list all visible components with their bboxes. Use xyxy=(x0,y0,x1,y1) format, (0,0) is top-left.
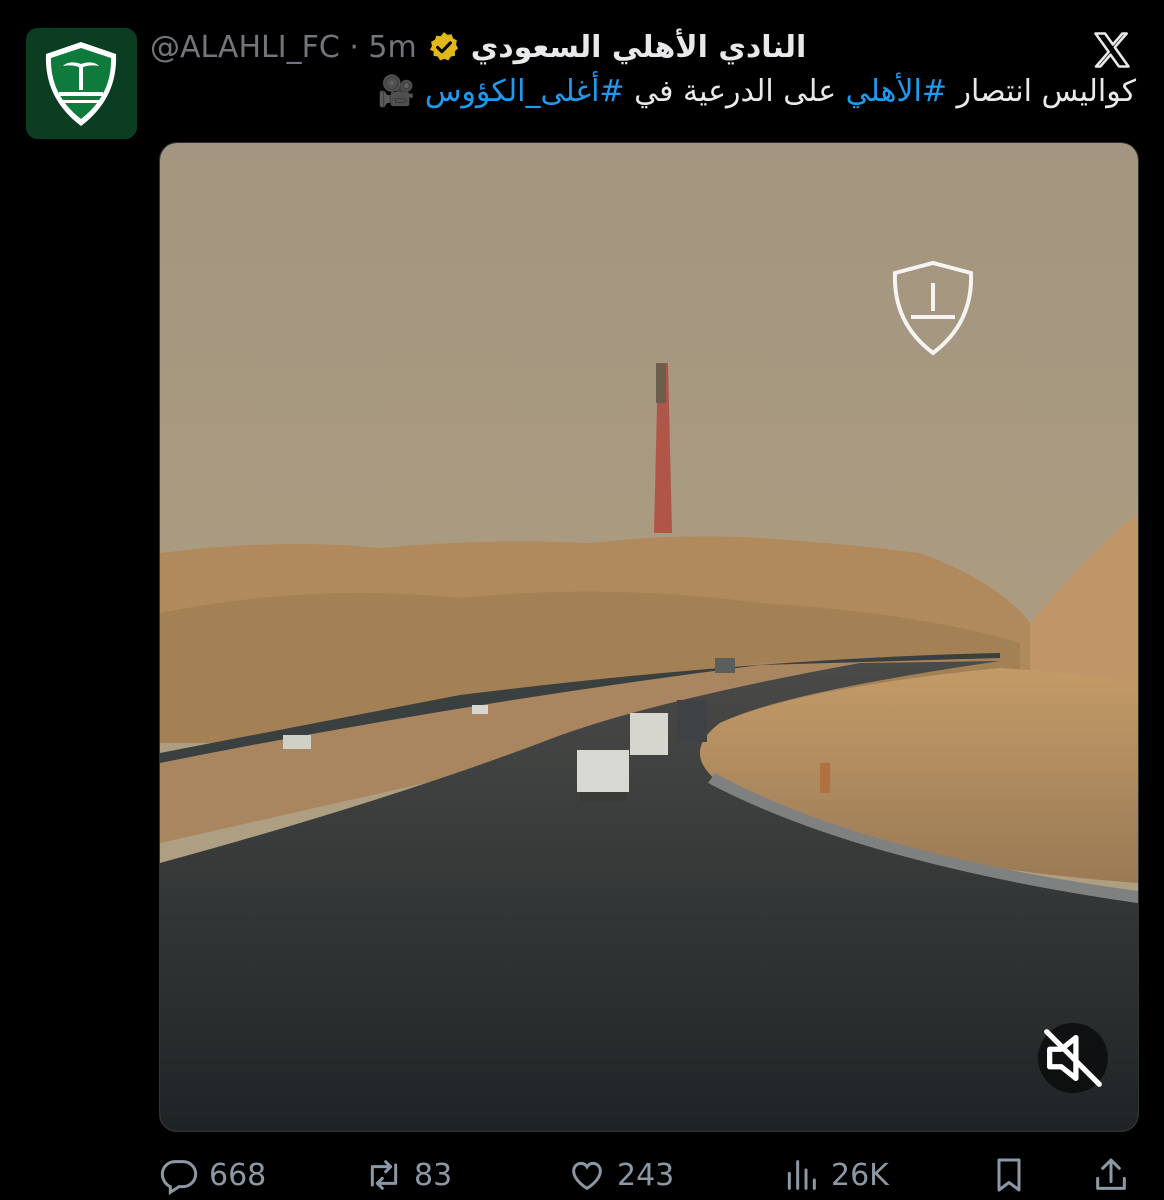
speaker-muted-icon xyxy=(1044,1029,1102,1087)
tweet-text-segment: على الدرعية في xyxy=(624,74,846,109)
reply-count: 668 xyxy=(209,1157,267,1193)
avatar[interactable] xyxy=(26,28,137,139)
bookmark-button[interactable] xyxy=(989,1155,1029,1195)
mute-toggle-button[interactable] xyxy=(1038,1023,1108,1093)
timestamp[interactable]: 5m xyxy=(368,30,416,65)
reply-button[interactable]: 668 xyxy=(159,1155,266,1195)
x-logo-icon[interactable] xyxy=(1090,28,1134,72)
retweet-count: 83 xyxy=(414,1157,453,1193)
display-name[interactable]: النادي الأهلي السعودي xyxy=(471,30,807,65)
like-button[interactable]: 243 xyxy=(567,1155,674,1195)
bookmark-icon xyxy=(997,1158,1021,1192)
hashtag-link[interactable]: #الأهلي xyxy=(846,74,947,109)
like-count: 243 xyxy=(617,1157,675,1193)
alahli-logo-icon xyxy=(26,28,137,139)
tweet-text-segment: كواليس انتصار xyxy=(946,74,1136,109)
video-frame xyxy=(160,143,1138,1131)
action-bar: 668 83 243 26K xyxy=(159,1150,1144,1200)
share-button[interactable] xyxy=(1091,1155,1131,1195)
heart-icon xyxy=(572,1161,602,1191)
reply-icon xyxy=(160,1160,198,1195)
views-chart-icon xyxy=(787,1160,816,1190)
share-icon xyxy=(1096,1158,1126,1190)
retweet-icon xyxy=(370,1160,398,1190)
tweet-text-segment: 🎥 xyxy=(377,74,425,109)
handle[interactable]: @ALAHLI_FC · 5m xyxy=(150,30,417,65)
tweet-text: كواليس انتصار #الأهلي على الدرعية في #أغ… xyxy=(160,74,1136,126)
video-player[interactable] xyxy=(159,142,1139,1132)
hashtag-link[interactable]: #أغلى_الكؤوس xyxy=(425,74,625,109)
retweet-button[interactable]: 83 xyxy=(364,1155,452,1195)
tweet-header: النادي الأهلي السعودي @ALAHLI_FC · 5m xyxy=(150,24,1084,70)
views-button[interactable]: 26K xyxy=(781,1155,889,1195)
views-count: 26K xyxy=(831,1157,889,1193)
verified-badge-icon xyxy=(427,30,461,64)
